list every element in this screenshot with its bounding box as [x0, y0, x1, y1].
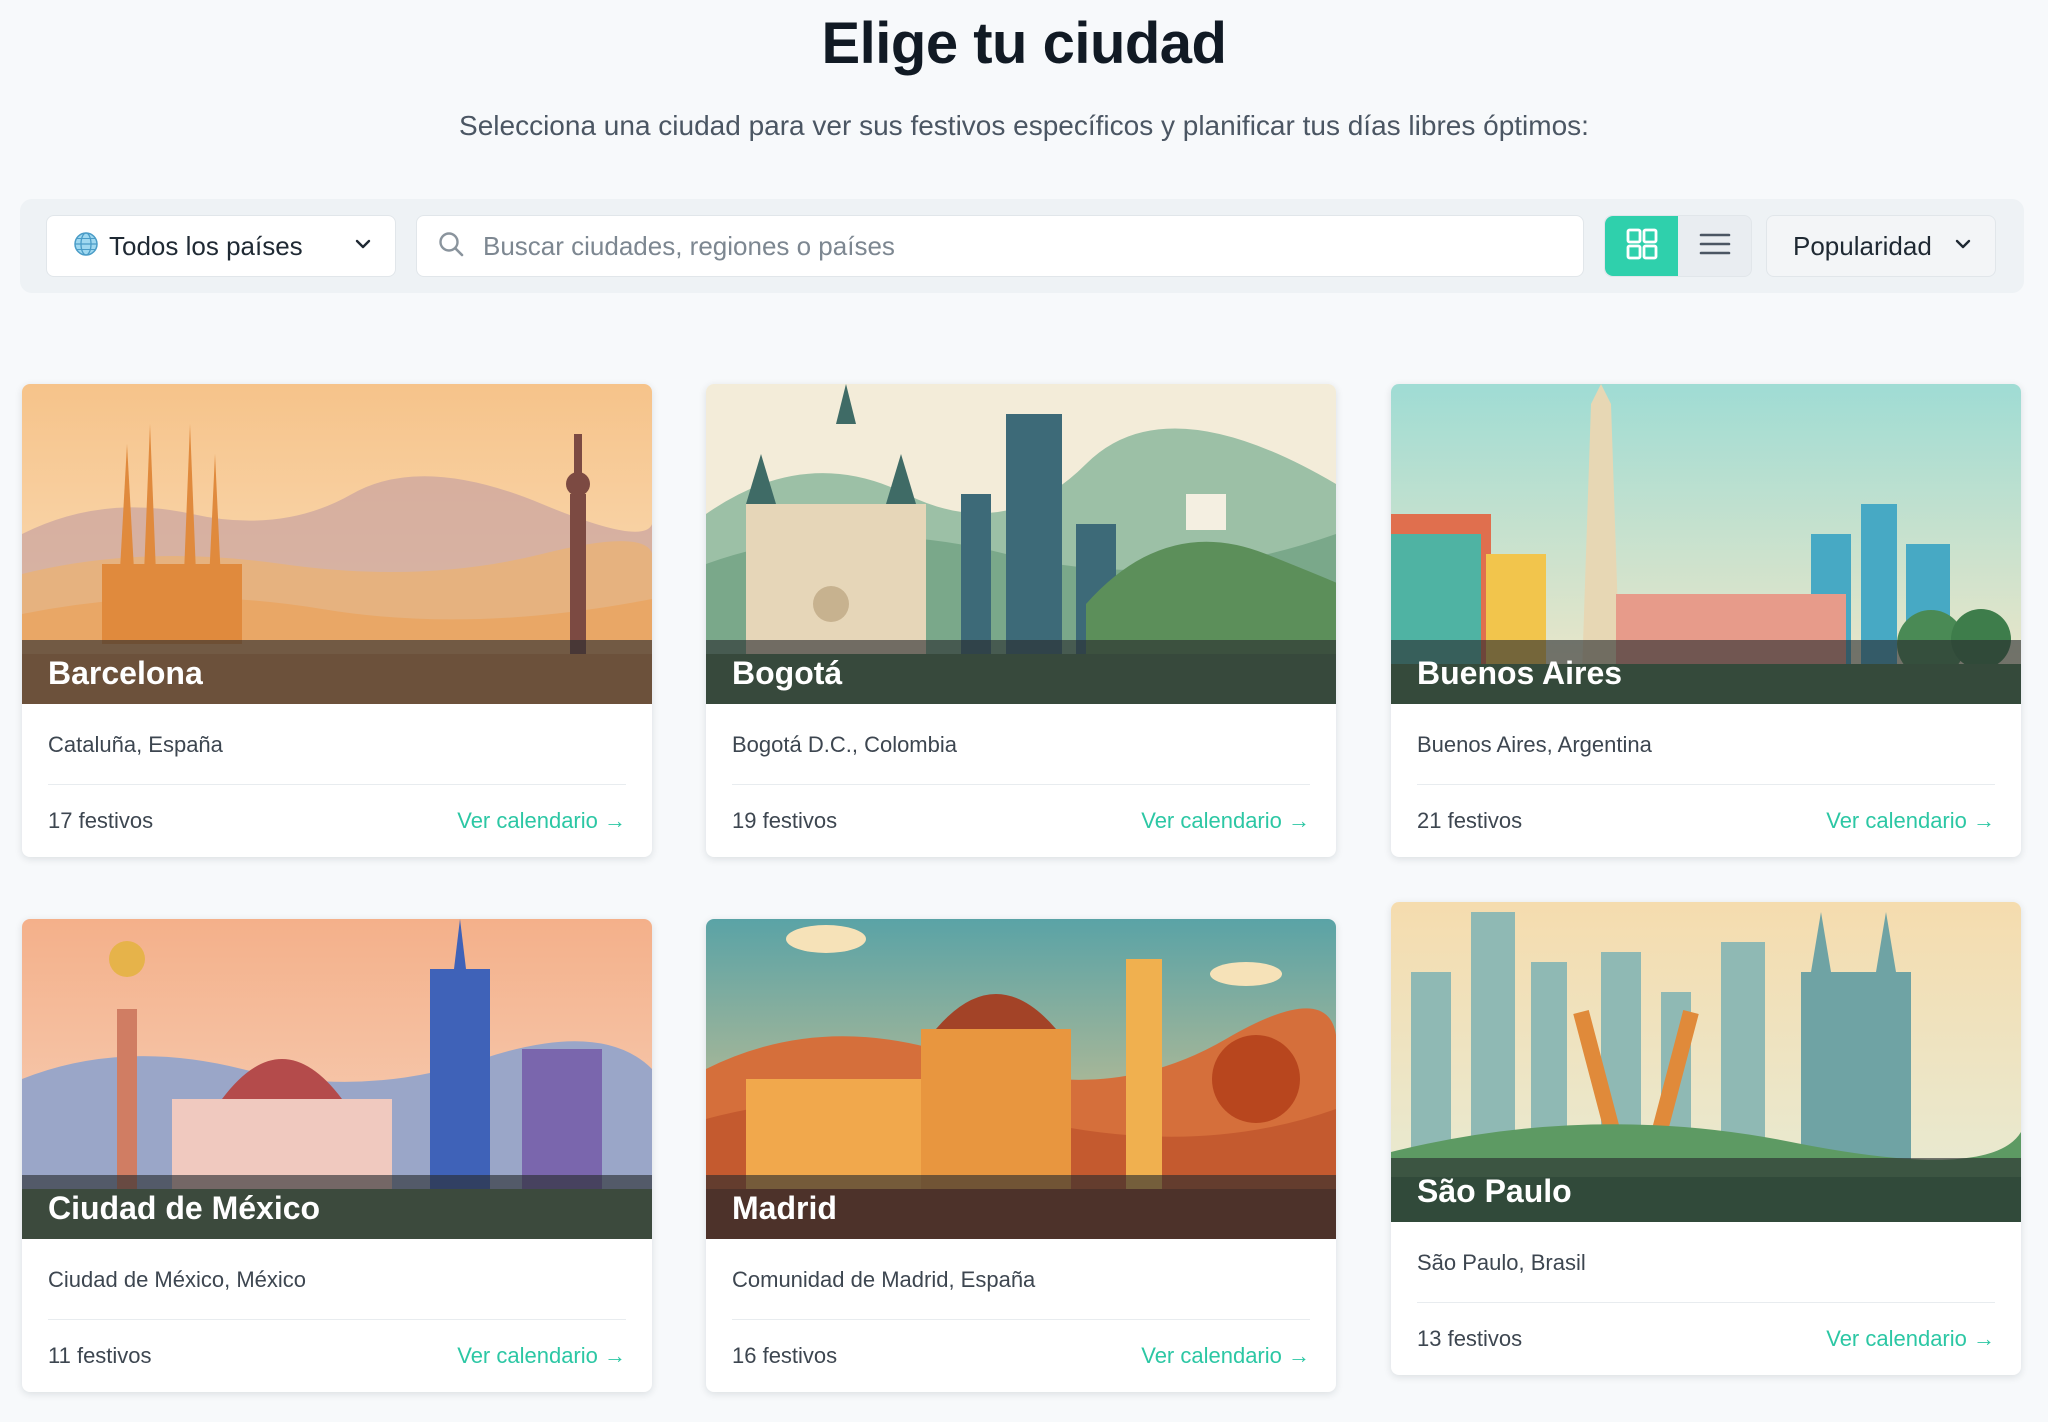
city-region: Cataluña, España [48, 732, 223, 757]
city-card-barcelona[interactable]: Barcelona Cataluña, España 17 festivos V… [22, 384, 652, 857]
city-illustration: Bogotá [706, 384, 1336, 704]
holiday-count: 19 festivos [732, 808, 838, 833]
city-name: Barcelona [48, 655, 203, 691]
chevron-down-icon [353, 234, 373, 259]
city-region: São Paulo, Brasil [1417, 1250, 1586, 1275]
page-title: Elige tu ciudad [821, 11, 1228, 76]
list-icon [1698, 227, 1732, 266]
grid-icon [1625, 227, 1659, 266]
city-card-ciudad-de-mexico[interactable]: Ciudad de México Ciudad de México, Méxic… [22, 919, 652, 1392]
search-icon [437, 230, 465, 263]
holiday-count: 16 festivos [732, 1343, 838, 1368]
city-illustration: Ciudad de México [22, 919, 652, 1239]
country-filter-dropdown[interactable]: Todos los países [46, 215, 396, 277]
city-region: Buenos Aires, Argentina [1417, 732, 1652, 757]
view-calendar-link[interactable]: Ver calendario → [1141, 1343, 1310, 1369]
city-card-madrid[interactable]: Madrid Comunidad de Madrid, España 16 fe… [706, 919, 1336, 1392]
list-view-button[interactable] [1678, 216, 1751, 276]
city-name: Bogotá [732, 655, 843, 691]
city-picker-page: Elige tu ciudad Selecciona una ciudad pa… [0, 0, 2048, 1422]
country-filter-label: Todos los países [109, 230, 303, 261]
view-calendar-link[interactable]: Ver calendario → [1826, 1326, 1995, 1352]
chevron-down-icon [1953, 234, 1973, 259]
city-card-buenos-aires[interactable]: Buenos Aires Buenos Aires, Argentina 21 … [1391, 384, 2021, 857]
filter-toolbar: Todos los países Buscar ciudades, region… [20, 199, 2024, 293]
city-region: Bogotá D.C., Colombia [732, 732, 957, 757]
city-illustration: São Paulo [1391, 902, 2021, 1222]
page-subtitle: Selecciona una ciudad para ver sus festi… [459, 110, 1589, 141]
city-name: Buenos Aires [1417, 655, 1623, 691]
city-name: São Paulo [1417, 1173, 1572, 1209]
sort-label: Popularidad [1793, 230, 1932, 261]
holiday-count: 17 festivos [48, 808, 154, 833]
city-card-sao-paulo[interactable]: São Paulo São Paulo, Brasil 13 festivos … [1391, 902, 2021, 1375]
grid-view-button[interactable] [1605, 216, 1678, 276]
city-name: Ciudad de México [48, 1190, 321, 1226]
view-calendar-link[interactable]: Ver calendario → [1826, 808, 1995, 834]
city-illustration: Madrid [706, 919, 1336, 1239]
globe-icon [73, 231, 99, 262]
view-calendar-link[interactable]: Ver calendario → [457, 1343, 626, 1369]
city-region: Ciudad de México, México [48, 1267, 307, 1292]
view-calendar-link[interactable]: Ver calendario → [1141, 808, 1310, 834]
city-illustration: Barcelona [22, 384, 652, 704]
holiday-count: 11 festivos [48, 1343, 152, 1368]
city-name: Madrid [732, 1190, 837, 1226]
holiday-count: 13 festivos [1417, 1326, 1523, 1351]
holiday-count: 21 festivos [1417, 808, 1523, 833]
search-field[interactable] [416, 215, 1584, 277]
view-calendar-link[interactable]: Ver calendario → [457, 808, 626, 834]
city-card-bogota[interactable]: Bogotá Bogotá D.C., Colombia 19 festivos… [706, 384, 1336, 857]
search-input[interactable] [483, 230, 1563, 262]
city-illustration: Buenos Aires [1391, 384, 2021, 704]
view-toggle [1604, 215, 1752, 277]
sort-dropdown[interactable]: Popularidad [1766, 215, 1996, 277]
city-region: Comunidad de Madrid, España [732, 1267, 1036, 1292]
